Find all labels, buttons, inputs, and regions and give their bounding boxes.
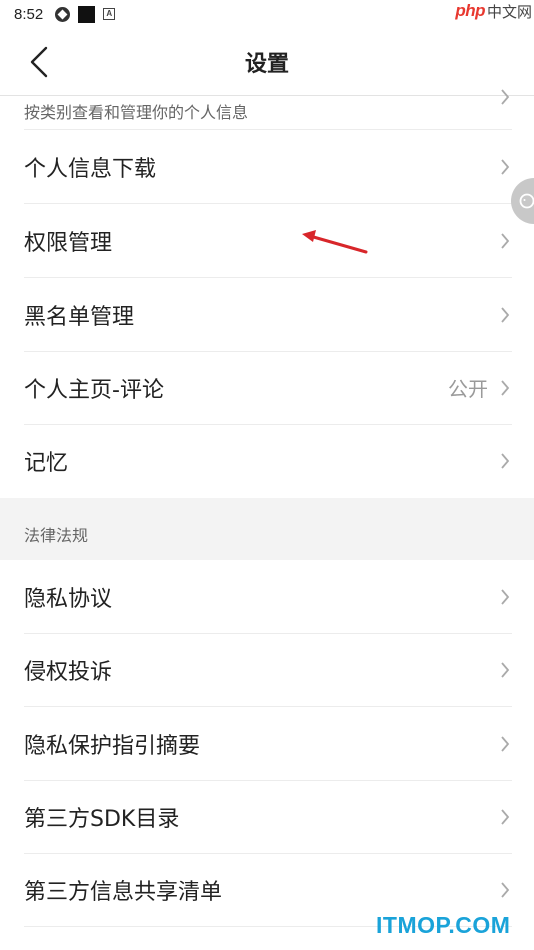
watermark-cn-text: 中文网 [486,3,532,21]
chevron-right-icon [501,735,510,752]
list-item-third-party-sdk[interactable]: 第三方SDK目录 [24,780,512,854]
watermark-php: php 中文网 [455,0,532,22]
list-item-label: 侵权投诉 [24,659,113,685]
list-item-infringement-complaint[interactable]: 侵权投诉 [24,633,512,707]
chevron-right-icon [501,588,510,605]
chevron-right-icon [501,661,510,678]
chevron-right-icon [501,808,510,825]
list-item-label: 隐私协议 [24,586,113,612]
status-time: 8:52 [14,5,44,23]
list-item-memory[interactable]: 记忆 [24,424,512,498]
a-icon: A [103,8,116,20]
page-title: 设置 [244,52,289,77]
list-item-label: 记忆 [24,451,69,476]
list-item-privacy-policy[interactable]: 隐私协议 [24,560,512,634]
list-item-label: 隐私保护指引摘要 [24,733,201,759]
list-item-label: 第三方SDK目录 [24,806,180,832]
personal-info-subtitle: 按类别查看和管理你的个人信息 [24,103,249,122]
chevron-right-icon [501,453,510,469]
list-item-blacklist-management[interactable]: 黑名单管理 [24,278,512,352]
status-bar: 8:52 A [0,0,534,28]
chevron-right-icon [501,379,510,396]
list-item-label: 黑名单管理 [24,304,135,330]
header: 设置 [0,28,534,96]
floating-assistant-button[interactable] [511,178,534,224]
section-title: 法律法规 [24,526,89,545]
list-item-label: 个人主页-评论 [24,377,164,403]
app-icon [55,6,71,22]
list-item-privacy-guide-summary[interactable]: 隐私保护指引摘要 [24,707,512,781]
chevron-right-icon [501,89,510,105]
watermark-php-text: php [455,1,485,20]
chevron-right-icon [501,881,510,898]
list-item-label: 个人信息下载 [24,156,157,182]
list-item-profile-comments[interactable]: 个人主页-评论 公开 [24,351,512,425]
list-item-value: 公开 [448,377,488,401]
section-header-legal: 法律法规 [0,498,534,560]
list-item-permission-management[interactable]: 权限管理 [24,204,512,278]
list-item-personal-info-download[interactable]: 个人信息下载 [24,130,512,204]
chevron-right-icon [501,158,510,175]
floating-assistant-icon [519,193,534,209]
list-item-label: 权限管理 [24,230,113,256]
red-arrow-annotation [302,230,368,254]
list-item-label: 第三方信息共享清单 [24,879,223,905]
watermark-itmop: ITMOP.COM [376,912,511,938]
chevron-right-icon [501,306,510,323]
personal-info-item[interactable]: 按类别查看和管理你的个人信息 [24,89,512,130]
square-icon [78,5,96,23]
chevron-right-icon [501,232,510,249]
